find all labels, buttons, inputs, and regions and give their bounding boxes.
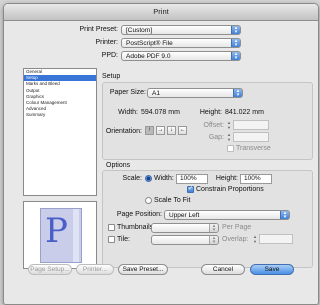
scale-height-field[interactable]: 100% <box>240 174 272 184</box>
chevron-updown-icon: ▴ ▾ <box>231 52 240 60</box>
preview-margin <box>73 209 79 262</box>
print-preset-select[interactable]: [Custom] ▴ ▾ <box>121 25 241 35</box>
print-preset-label: Print Preset: <box>79 26 118 33</box>
landscape-orientation-icon[interactable]: → <box>156 126 165 135</box>
setup-section-title: Setup <box>102 73 121 80</box>
paper-height-label: Height: <box>199 109 222 116</box>
portrait-orientation-icon[interactable]: ↑ <box>145 126 154 135</box>
offset-field[interactable] <box>233 120 269 130</box>
chevron-updown-icon: ▴ ▾ <box>209 236 218 244</box>
transverse-label: Transverse <box>236 145 271 152</box>
per-page-label: Per Page <box>222 224 252 231</box>
ppd-value: Adobe PDF 9.0 <box>126 53 171 60</box>
transverse-checkbox[interactable] <box>227 145 234 152</box>
paper-size-select[interactable]: A1 ▴ ▾ <box>147 88 243 98</box>
ppd-select[interactable]: Adobe PDF 9.0 ▴ ▾ <box>121 51 241 61</box>
chevron-updown-icon: ▴ ▾ <box>231 39 240 47</box>
paper-width-label: Width: <box>118 109 138 116</box>
print-dialog: Print Print Preset: [Custom] ▴ ▾ Printer: … <box>3 3 319 305</box>
gap-label: Gap: <box>208 134 224 141</box>
thumbnails-label: Thumbnails: <box>117 224 156 231</box>
paper-size-value: A1 <box>152 90 160 97</box>
tile-checkbox[interactable] <box>108 236 115 243</box>
offset-stepper-icon[interactable]: ▲ ▼ <box>226 120 232 130</box>
scale-width-field[interactable]: 100% <box>176 174 208 184</box>
paper-width-value: 594.078 mm <box>141 109 180 116</box>
save-preset-button[interactable]: Save Preset... <box>118 264 168 275</box>
chevron-updown-icon: ▴ ▾ <box>280 211 289 219</box>
tile-label: Tile: <box>117 236 130 243</box>
cancel-button[interactable]: Cancel <box>201 264 245 275</box>
save-button[interactable]: Save <box>250 264 294 275</box>
scale-to-fit-label: Scale To Fit <box>154 197 191 204</box>
window-title: Print <box>4 4 318 21</box>
scale-to-fit-radio[interactable] <box>145 197 152 204</box>
overlap-stepper-icon[interactable]: ▲ ▼ <box>252 234 258 244</box>
offset-label: Offset: <box>203 122 225 129</box>
page-position-value: Upper Left <box>169 212 200 219</box>
overlap-field[interactable] <box>259 234 293 244</box>
ppd-label: PPD: <box>101 52 118 59</box>
paper-size-label: Paper Size: <box>109 89 146 96</box>
constrain-proportions-checkbox[interactable]: ✓ <box>187 186 194 193</box>
scale-width-label: Width: <box>154 175 174 182</box>
printer-button[interactable]: Printer... <box>76 264 114 275</box>
reverse-portrait-orientation-icon[interactable]: ↓ <box>167 126 176 135</box>
gap-stepper-icon[interactable]: ▲ ▼ <box>226 132 232 142</box>
orientation-label: Orientation: <box>105 128 142 135</box>
constrain-proportions-label: Constrain Proportions <box>196 186 264 193</box>
gap-field[interactable] <box>233 132 269 142</box>
chevron-updown-icon: ▴ ▾ <box>209 224 218 232</box>
thumbnails-select[interactable]: ▴ ▾ <box>151 223 219 233</box>
scale-label: Scale: <box>122 175 142 182</box>
page-setup-button[interactable]: Page Setup... <box>28 264 72 275</box>
page-position-label: Page Position: <box>116 211 162 218</box>
preview-letter: P <box>45 211 68 251</box>
preview-page: P <box>40 208 82 263</box>
page-position-select[interactable]: Upper Left ▴ ▾ <box>164 210 290 220</box>
overlap-label: Overlap: <box>222 236 249 243</box>
thumbnails-checkbox[interactable] <box>108 224 115 231</box>
category-list: General Setup Marks and Bleed Output Gra… <box>23 68 97 196</box>
print-preset-value: [Custom] <box>126 27 153 34</box>
options-section-title: Options <box>106 162 131 169</box>
page-preview: P <box>23 201 97 269</box>
chevron-updown-icon: ▴ ▾ <box>231 26 240 34</box>
printer-select[interactable]: PostScript® File ▴ ▾ <box>121 38 241 48</box>
reverse-landscape-orientation-icon[interactable]: ← <box>178 126 187 135</box>
chevron-updown-icon: ▴ ▾ <box>233 89 242 97</box>
tile-select[interactable]: ▴ ▾ <box>151 235 219 245</box>
paper-height-value: 841.022 mm <box>225 109 264 116</box>
scale-width-radio[interactable] <box>145 175 152 182</box>
printer-value: PostScript® File <box>126 40 173 47</box>
printer-label: Printer: <box>95 39 118 46</box>
scale-height-label: Height: <box>215 175 238 182</box>
sidebar-item-summary[interactable]: Summary <box>24 112 96 118</box>
